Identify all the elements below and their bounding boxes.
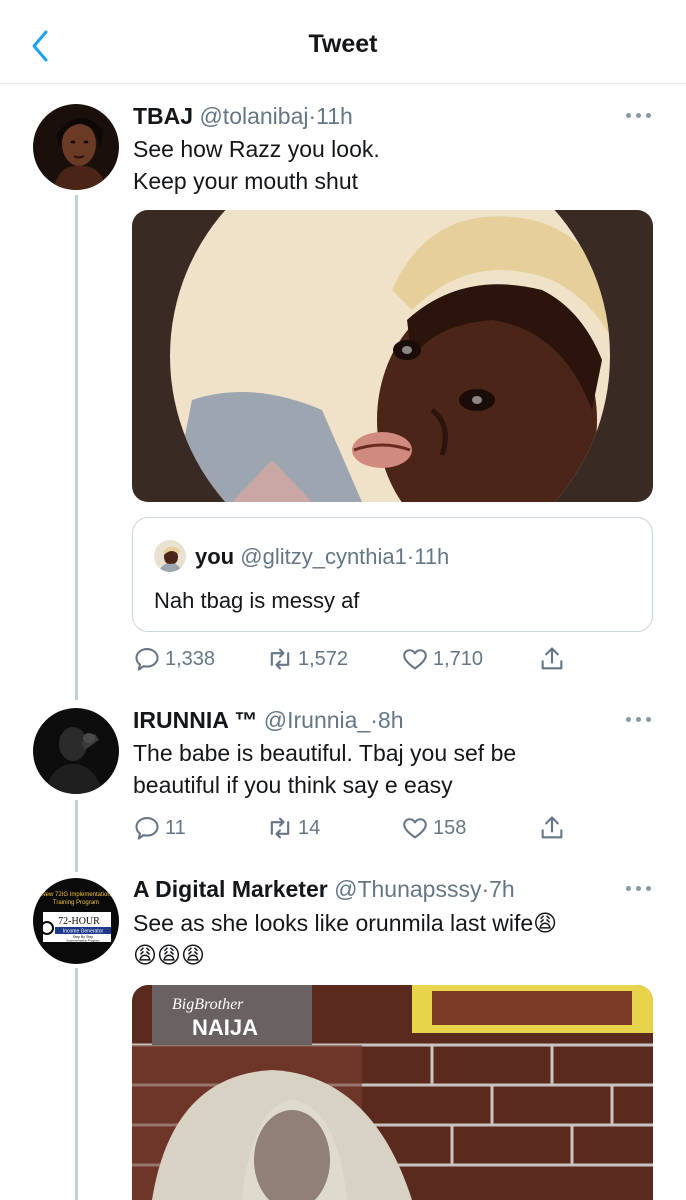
tweet-header: A Digital Marketer @Thunapsssy·7h: [133, 876, 515, 903]
tweet-text-line: See how Razz you look.: [133, 136, 380, 162]
retweet-icon: [270, 817, 290, 839]
tweet-text-line: beautiful if you think say e easy: [133, 772, 453, 798]
tweet-text-line: The babe is beautiful. Tbaj you sef be: [133, 740, 517, 766]
share-button[interactable]: [538, 814, 566, 842]
tweet-text: See how Razz you look. Keep your mouth s…: [133, 133, 380, 197]
quote-user-handle: @glitzy_cynthia1: [240, 544, 407, 569]
display-name[interactable]: IRUNNIA ™: [133, 707, 257, 733]
user-handle[interactable]: @Irunnia_: [264, 707, 370, 733]
avatar-text: New 72IG Implementation: [41, 892, 110, 898]
avatar-text: Training Program: [53, 900, 99, 906]
timestamp[interactable]: 8h: [378, 707, 404, 733]
thread-line: [75, 968, 78, 1200]
tweet-text-line: Keep your mouth shut: [133, 168, 359, 194]
thread-line: [75, 800, 78, 872]
media-sign-text: BigBrother: [172, 996, 244, 1013]
user-handle[interactable]: @tolanibaj: [199, 103, 308, 129]
avatar[interactable]: [33, 708, 119, 794]
like-count: 158: [433, 816, 467, 839]
retweet-button[interactable]: 14: [266, 814, 320, 842]
heart-icon: [403, 818, 427, 839]
quote-display-name: you: [195, 544, 235, 569]
quote-text: Nah tbag is messy af: [154, 588, 360, 613]
retweet-count: 14: [298, 816, 321, 839]
more-options-button[interactable]: [626, 110, 654, 120]
separator-dot: ·: [481, 876, 490, 902]
separator-dot: ·: [370, 707, 378, 733]
tweet-photo[interactable]: [132, 210, 653, 502]
reply-count: 1,338: [165, 647, 216, 670]
timestamp[interactable]: 7h: [489, 876, 515, 902]
thread-line: [75, 195, 78, 700]
top-bar: Tweet: [0, 0, 686, 84]
reply-button[interactable]: 1,338: [133, 645, 215, 673]
display-name[interactable]: TBAJ: [133, 103, 193, 129]
heart-icon: [403, 649, 427, 670]
page-title: Tweet: [308, 30, 378, 58]
avatar[interactable]: New 72IG Implementation Training Program…: [33, 878, 119, 964]
tweet-text: The babe is beautiful. Tbaj you sef be b…: [133, 737, 516, 801]
tweet-text-line: 😩😩😩: [133, 942, 205, 968]
more-options-button[interactable]: [626, 714, 654, 724]
quoted-tweet[interactable]: you @glitzy_cynthia1·11h Nah tbag is mes…: [132, 517, 653, 632]
like-count: 1,710: [433, 647, 484, 670]
retweet-count: 1,572: [298, 647, 349, 670]
avatar-text: Implementation Program: [67, 939, 100, 943]
reply-icon: [135, 648, 159, 671]
avatar[interactable]: [33, 104, 119, 190]
share-icon: [541, 647, 563, 670]
timestamp[interactable]: 11h: [316, 103, 353, 129]
reply-count: 11: [165, 816, 186, 839]
tweet-header: IRUNNIA ™ @Irunnia_·8h: [133, 707, 404, 734]
quote-timestamp: 11h: [414, 544, 450, 569]
tweet-photo[interactable]: BigBrother NAIJA: [132, 985, 653, 1200]
tweet-text: See as she looks like orunmila last wife…: [133, 907, 557, 971]
quote-header: you @glitzy_cynthia1·11h: [195, 544, 449, 570]
share-button[interactable]: [538, 645, 566, 673]
quote-avatar: [154, 540, 186, 572]
display-name[interactable]: A Digital Marketer: [133, 876, 328, 902]
like-button[interactable]: 1,710: [401, 645, 483, 673]
retweet-icon: [270, 648, 290, 670]
tweet-header: TBAJ @tolanibaj·11h: [133, 103, 353, 130]
reply-icon: [135, 817, 159, 840]
more-options-button[interactable]: [626, 883, 654, 893]
share-icon: [541, 816, 563, 839]
retweet-button[interactable]: 1,572: [266, 645, 348, 673]
reply-button[interactable]: 11: [133, 814, 186, 842]
media-sign-text: NAIJA: [192, 1015, 258, 1040]
separator-dot: ·: [308, 103, 317, 129]
tweet-text-line: See as she looks like orunmila last wife…: [133, 910, 558, 936]
avatar-text: Income Generator: [63, 929, 104, 935]
user-handle[interactable]: @Thunapsssy: [334, 876, 481, 902]
avatar-text: 72-HOUR: [58, 916, 100, 927]
like-button[interactable]: 158: [401, 814, 466, 842]
